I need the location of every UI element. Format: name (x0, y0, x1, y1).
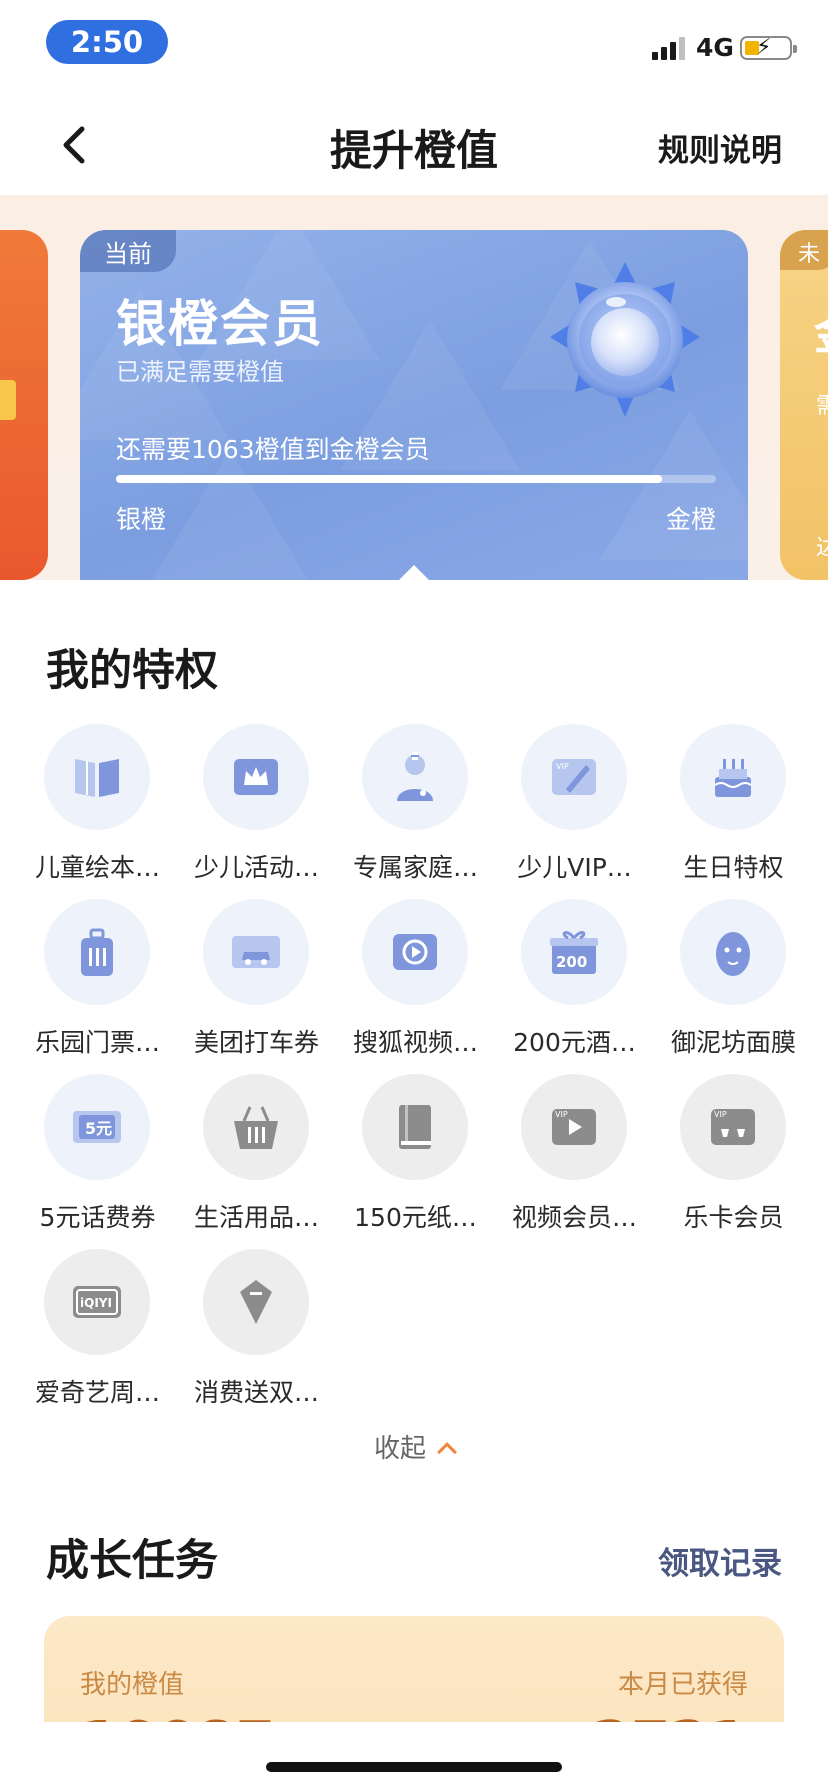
network-label: 4G (696, 33, 734, 62)
tasks-title: 成长任务 (46, 1536, 218, 1586)
progress-end-label: 金橙 (665, 505, 716, 534)
privilege-label: 爱奇艺周… (34, 1378, 160, 1407)
battery-icon: ⚡ (740, 35, 797, 60)
privilege-label: 乐园门票… (34, 1028, 160, 1057)
privilege-item[interactable]: 乐园门票… (18, 899, 177, 1057)
privilege-item[interactable]: VIP 乐卡会员 (654, 1074, 813, 1232)
privilege-item[interactable]: 150元纸… (336, 1074, 495, 1232)
privileges-grid: 儿童绘本… 少儿活动… 专属家庭… VIP 少儿VIP… 生日特权乐园门票… 美团打车券 搜狐… (18, 724, 814, 1407)
privilege-label: 御泥坊面膜 (670, 1028, 796, 1057)
carousel-pointer (398, 565, 430, 580)
signal-icon (652, 36, 688, 60)
privilege-label: 少儿VIP… (517, 853, 632, 882)
time-indicator: 2:50 (46, 20, 168, 64)
privilege-label: 专属家庭… (352, 853, 478, 882)
coupon-5-icon: 5元 (44, 1074, 150, 1180)
svg-text:VIP: VIP (556, 762, 569, 771)
privilege-item[interactable]: 200 200元酒… (495, 899, 654, 1057)
privilege-item[interactable]: 美团打车券 (177, 899, 336, 1057)
progress-start-label: 银橙 (116, 505, 167, 534)
privilege-item[interactable]: 生日特权 (654, 724, 813, 882)
progress-text: 还需要1063橙值到金橙会员 (116, 435, 430, 464)
level-progress-fill (116, 475, 662, 483)
gift-200-icon: 200 (521, 899, 627, 1005)
privilege-label: 5元话费券 (39, 1203, 156, 1232)
privilege-item[interactable]: 搜狐视频… (336, 899, 495, 1057)
bottom-safe-area (0, 1722, 828, 1792)
membership-carousel[interactable]: 当前 银橙会员 已满足需要橙值 还需要1063橙值到金橙会员 银橙 金橙 未 需… (0, 195, 828, 580)
privilege-item[interactable]: 御泥坊面膜 (654, 899, 813, 1057)
basket-icon (203, 1074, 309, 1180)
diamond-icon (203, 1249, 309, 1355)
car-ticket-icon (203, 899, 309, 1005)
privilege-label: 200元酒… (513, 1028, 636, 1057)
claim-record-button[interactable]: 领取记录 (658, 1538, 782, 1583)
privilege-label: 乐卡会员 (683, 1203, 784, 1232)
privilege-label: 少儿活动… (193, 853, 319, 882)
privilege-label: 生日特权 (683, 853, 784, 882)
vip-video-icon: VIP (521, 1074, 627, 1180)
svg-text:VIP: VIP (555, 1110, 568, 1119)
privilege-label: 美团打车券 (193, 1028, 319, 1057)
current-tag: 当前 (80, 230, 176, 272)
doctor-icon (362, 724, 468, 830)
privilege-item[interactable]: 5元 5元话费券 (18, 1074, 177, 1232)
privilege-label: 150元纸… (354, 1203, 477, 1232)
privilege-label: 儿童绘本… (34, 853, 160, 882)
medal-icon (0, 380, 16, 420)
cake-icon (680, 724, 786, 830)
vip-card-icon: VIP (680, 1074, 786, 1180)
privilege-label: 视频会员… (511, 1203, 637, 1232)
level-subtitle: 已满足需要橙值 (116, 358, 284, 386)
iqiyi-icon: iQIYI (44, 1249, 150, 1355)
privilege-item[interactable]: 消费送双… (177, 1249, 336, 1407)
privileges-title: 我的特权 (46, 646, 218, 696)
privilege-item[interactable]: iQIYI 爱奇艺周… (18, 1249, 177, 1407)
next-level-progress-text: 达 (816, 536, 828, 561)
month-earned-label: 本月已获得 (617, 1670, 748, 1700)
my-score-label: 我的橙值 (80, 1670, 185, 1700)
privilege-label: 生活用品… (193, 1203, 319, 1232)
svg-text:5元: 5元 (85, 1119, 112, 1138)
privilege-item[interactable]: 儿童绘本… (18, 724, 177, 882)
video-play-icon (362, 899, 468, 1005)
next-level-name: 金 (814, 298, 828, 362)
privilege-item[interactable]: VIP 少儿VIP… (495, 724, 654, 882)
status-bar: 2:50 4G ⚡ (0, 0, 828, 90)
privilege-item[interactable]: 专属家庭… (336, 724, 495, 882)
svg-text:iQIYI: iQIYI (80, 1296, 112, 1310)
privilege-label: 消费送双… (193, 1378, 319, 1407)
vip-brush-icon: VIP (521, 724, 627, 830)
privilege-label: 搜狐视频… (352, 1028, 478, 1057)
book-grey-icon (362, 1074, 468, 1180)
level-name: 银橙会员 (116, 295, 324, 353)
current-level-card[interactable]: 当前 银橙会员 已满足需要橙值 还需要1063橙值到金橙会员 银橙 金橙 (80, 230, 748, 580)
navigation-bar: 提升橙值 规则说明 (0, 95, 828, 195)
book-icon (44, 724, 150, 830)
privilege-item[interactable]: 少儿活动… (177, 724, 336, 882)
crown-card-icon (203, 724, 309, 830)
silver-badge-icon (550, 262, 700, 417)
level-progress-bar (116, 475, 716, 483)
previous-level-card[interactable] (0, 230, 48, 580)
rules-button[interactable]: 规则说明 (658, 125, 782, 170)
home-indicator (266, 1762, 562, 1772)
next-level-card[interactable]: 未 金 需 达 (780, 230, 828, 580)
next-level-tag: 未 (780, 230, 828, 270)
luggage-icon (44, 899, 150, 1005)
collapse-label: 收起 (373, 1434, 426, 1464)
collapse-button[interactable]: 收起 (0, 1428, 828, 1465)
chevron-up-icon (437, 1442, 457, 1462)
face-mask-icon (680, 899, 786, 1005)
next-level-subtitle: 需 (816, 394, 828, 419)
svg-text:200: 200 (556, 953, 587, 971)
privilege-item[interactable]: VIP 视频会员… (495, 1074, 654, 1232)
svg-text:VIP: VIP (714, 1110, 727, 1119)
privilege-item[interactable]: 生活用品… (177, 1074, 336, 1232)
